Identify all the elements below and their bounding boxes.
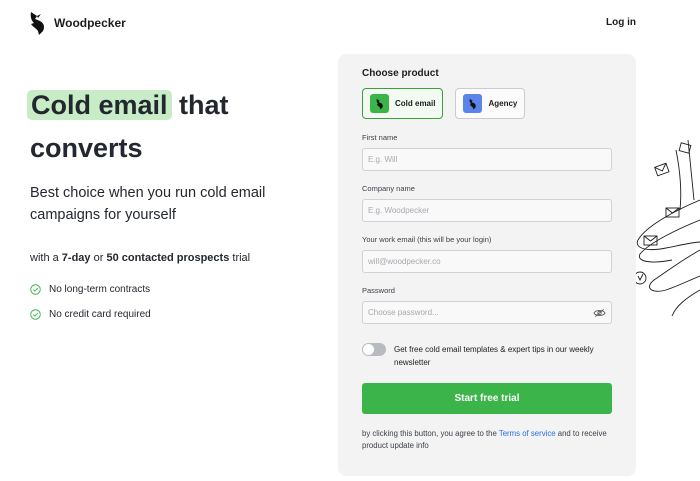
password-input[interactable] xyxy=(368,308,593,317)
newsletter-toggle[interactable] xyxy=(362,343,386,356)
email-flow-illustration xyxy=(636,139,700,317)
product-label: Cold email xyxy=(395,99,436,108)
benefits-list: No long-term contracts No credit card re… xyxy=(30,284,310,320)
benefit-label: No long-term contracts xyxy=(49,284,151,295)
headline-rest-2: converts xyxy=(30,133,143,163)
eye-off-icon[interactable] xyxy=(593,308,606,318)
trial-days: 7-day xyxy=(61,252,91,264)
legal-prefix: by clicking this button, you agree to th… xyxy=(362,429,499,438)
hero-headline: Cold email that converts xyxy=(27,84,310,170)
trial-offer: with a 7-day or 50 contacted prospects t… xyxy=(30,252,310,264)
work-email-input[interactable] xyxy=(368,257,606,266)
cold-email-product-icon xyxy=(370,94,389,113)
first-name-field-wrap xyxy=(362,148,612,171)
brand-logo[interactable]: Woodpecker xyxy=(28,10,126,36)
check-circle-icon xyxy=(30,284,41,295)
benefit-item: No credit card required xyxy=(30,309,310,320)
trial-mid: or xyxy=(90,252,107,264)
check-circle-icon xyxy=(30,309,41,320)
trial-suffix: trial xyxy=(229,252,251,264)
newsletter-text: Get free cold email templates & expert t… xyxy=(394,345,594,367)
start-free-trial-button[interactable]: Start free trial xyxy=(362,383,612,414)
work-email-field-wrap xyxy=(362,250,612,273)
headline-rest-1: that xyxy=(179,90,229,120)
product-option-agency[interactable]: Agency xyxy=(455,88,526,119)
company-name-field-wrap xyxy=(362,199,612,222)
work-email-label: Your work email (this will be your login… xyxy=(362,235,492,244)
hero-subline: Best choice when you run cold email camp… xyxy=(30,185,266,223)
benefit-item: No long-term contracts xyxy=(30,284,310,295)
newsletter-optin: Get free cold email templates & expert t… xyxy=(362,343,612,369)
legal-notice: by clicking this button, you agree to th… xyxy=(362,428,612,452)
benefit-label: No credit card required xyxy=(49,309,151,320)
brand-name: Woodpecker xyxy=(54,16,126,30)
trial-prefix: with a xyxy=(30,252,62,264)
agency-product-icon xyxy=(463,94,483,113)
first-name-input[interactable] xyxy=(368,155,606,164)
product-selector: Cold email Agency xyxy=(362,88,612,119)
headline-highlight: Cold email xyxy=(27,90,172,120)
trial-prospects: 50 contacted prospects xyxy=(106,252,230,264)
product-option-cold-email[interactable]: Cold email xyxy=(362,88,444,119)
first-name-label: First name xyxy=(362,133,398,142)
signup-card: Choose product Cold email Agency First n… xyxy=(338,54,636,476)
login-link[interactable]: Log in xyxy=(606,17,636,28)
terms-of-service-link[interactable]: Terms of service xyxy=(499,429,556,438)
hero-section: Cold email that converts Best choice whe… xyxy=(27,84,310,334)
choose-product-title: Choose product xyxy=(362,68,439,79)
woodpecker-bird-icon xyxy=(30,12,44,35)
password-field-wrap xyxy=(362,301,612,324)
company-name-label: Company name xyxy=(362,184,415,193)
product-label: Agency xyxy=(488,99,518,108)
password-label: Password xyxy=(362,286,395,295)
company-name-input[interactable] xyxy=(368,206,606,215)
toggle-knob xyxy=(363,344,374,355)
